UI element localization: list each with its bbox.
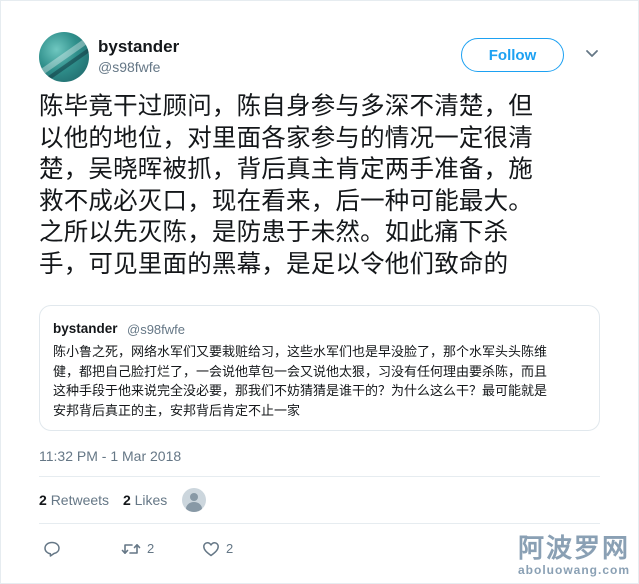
follow-button[interactable]: Follow [461, 38, 564, 72]
tweet-timestamp[interactable]: 11:32 PM - 1 Mar 2018 [39, 448, 181, 464]
retweets-count: 2 [39, 492, 47, 508]
quoted-author-name: bystander [53, 321, 118, 336]
quoted-tweet[interactable]: bystander @s98fwfe 陈小鲁之死，网络水军们又要栽赃给习，这些水… [39, 305, 600, 431]
quoted-line: 这种手段于他来说完全没必要，那我们不妨猜猜是谁干的？为什么这么干？最可能就是 [53, 383, 548, 398]
tweet-text: 陈毕竟干过顾问，陈自身参与多深不清楚，但 以他的地位，对里面各家参与的情况一定很… [39, 91, 599, 280]
watermark: 阿波罗网 aboluowang.com [518, 535, 630, 577]
tweet-line: 陈毕竟干过顾问，陈自身参与多深不清楚，但 [39, 93, 533, 120]
chevron-down-icon[interactable] [584, 45, 600, 61]
retweets-label: Retweets [50, 492, 110, 508]
likes-label: Likes [134, 492, 168, 508]
divider [39, 523, 600, 524]
tweet-line: 楚，吴晓晖被抓，背后真主肯定两手准备，施 [39, 156, 533, 183]
retweet-button[interactable]: 2 [121, 538, 154, 558]
quoted-line: 安邦背后真正的主，安邦背后肯定不止一家 [53, 402, 301, 418]
liker-avatar[interactable] [182, 488, 206, 512]
tweet-line: 之所以先灭陈，是防患于未然。如此痛下杀 [39, 219, 509, 246]
watermark-cn: 阿波罗网 [517, 534, 630, 564]
tweet-stats: 2 Retweets 2 Likes [39, 492, 167, 508]
retweets-stat[interactable]: 2 Retweets [39, 492, 109, 508]
retweet-count: 2 [147, 540, 155, 556]
tweet-line: 手，可见里面的黑幕，是足以令他们致命的 [39, 250, 509, 278]
divider [39, 476, 600, 477]
like-button[interactable]: 2 [202, 538, 233, 558]
tweet-line: 救不成必灭口，现在看来，后一种可能最大。 [39, 187, 533, 215]
author-name[interactable]: bystander [98, 37, 179, 57]
reply-icon [44, 541, 60, 557]
quoted-line: 健，都把自己脸打烂了，一会说他草包一会又说他太狠，习没有任何理由要杀陈，而且 [53, 363, 548, 379]
reply-button[interactable] [43, 538, 61, 558]
author-avatar[interactable] [39, 32, 89, 82]
quoted-line: 陈小鲁之死，网络水军们又要栽赃给习，这些水军们也是早没脸了，那个水军头头陈维 [53, 344, 548, 359]
tweet-line: 以他的地位，对里面各家参与的情况一定很清 [39, 124, 533, 152]
retweet-icon [121, 543, 141, 554]
author-handle[interactable]: @s98fwfe [98, 59, 160, 75]
quoted-tweet-text: 陈小鲁之死，网络水军们又要栽赃给习，这些水军们也是早没脸了，那个水军头头陈维 健… [53, 342, 593, 420]
heart-icon [203, 541, 219, 556]
likes-stat[interactable]: 2 Likes [123, 492, 167, 508]
quoted-author-handle: @s98fwfe [127, 322, 185, 337]
watermark-en: aboluowang.com [517, 563, 630, 577]
tweet-card: bystander @s98fwfe Follow 陈毕竟干过顾问，陈自身参与多… [0, 0, 639, 584]
likes-count: 2 [122, 492, 131, 508]
like-count: 2 [226, 540, 234, 556]
